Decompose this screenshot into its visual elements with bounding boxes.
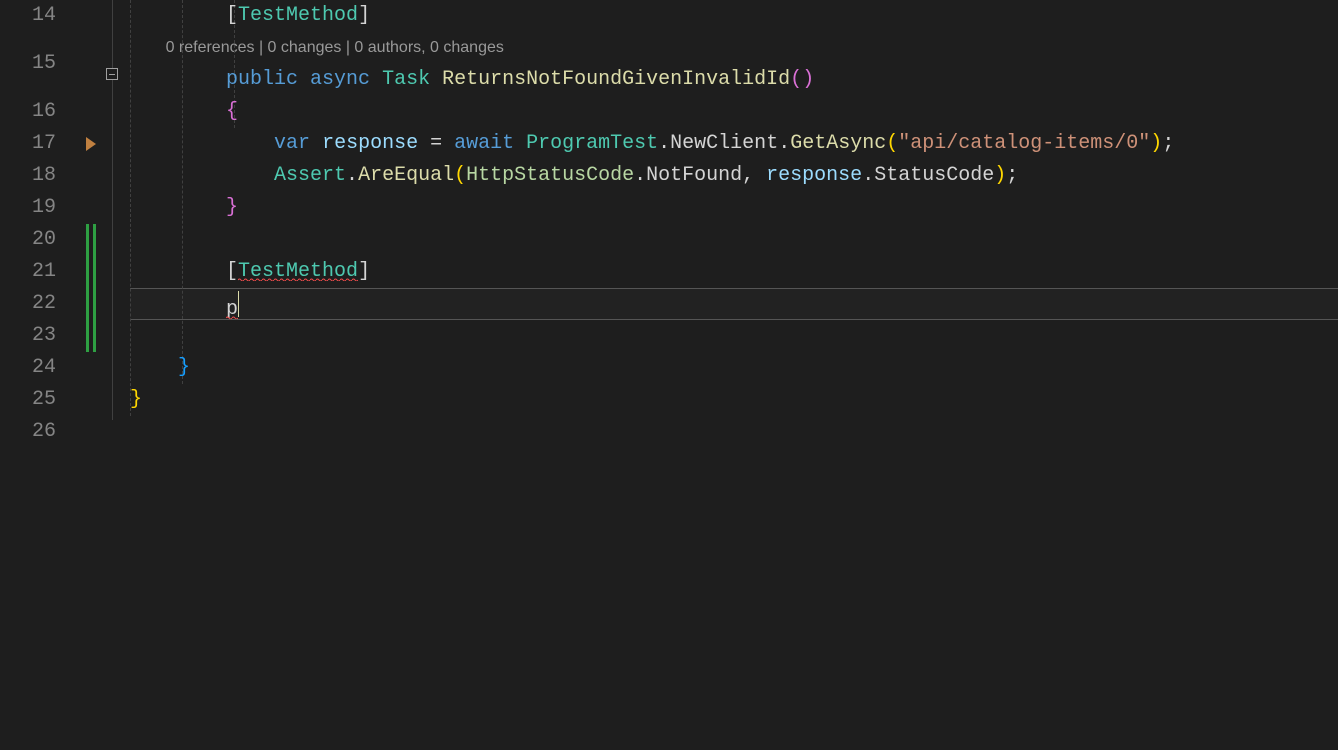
code-line[interactable] bbox=[130, 416, 1338, 448]
code-line[interactable]: p bbox=[130, 288, 1338, 320]
error-squiggle[interactable]: TestMethod bbox=[238, 260, 358, 283]
code-area[interactable]: [TestMethod] 0 references | 0 changes | … bbox=[130, 0, 1338, 750]
line-number: 26 bbox=[0, 416, 56, 448]
outline-guide bbox=[112, 80, 113, 220]
line-number: 21 bbox=[0, 256, 56, 288]
code-line[interactable]: } bbox=[130, 192, 1338, 224]
code-line[interactable]: [TestMethod] bbox=[130, 0, 1338, 32]
fold-toggle-icon[interactable] bbox=[106, 68, 118, 80]
codelens-info[interactable]: 0 references | 0 changes | 0 authors, 0 … bbox=[130, 32, 1338, 64]
line-number: 18 bbox=[0, 160, 56, 192]
line-number: 24 bbox=[0, 352, 56, 384]
code-line[interactable]: var response = await ProgramTest.NewClie… bbox=[130, 128, 1338, 160]
code-line[interactable] bbox=[130, 320, 1338, 352]
code-line[interactable]: } bbox=[130, 384, 1338, 416]
code-line[interactable]: [TestMethod] bbox=[130, 256, 1338, 288]
line-number: 16 bbox=[0, 96, 56, 128]
editor-margin bbox=[68, 0, 130, 750]
change-marker bbox=[86, 224, 96, 352]
line-number: 14 bbox=[0, 0, 56, 32]
line-number: 25 bbox=[0, 384, 56, 416]
code-line[interactable]: public async Task ReturnsNotFoundGivenIn… bbox=[130, 64, 1338, 96]
text-caret bbox=[238, 291, 239, 317]
line-number: 20 bbox=[0, 224, 56, 256]
line-number: 22 bbox=[0, 288, 56, 320]
code-line[interactable]: { bbox=[130, 96, 1338, 128]
line-number: 19 bbox=[0, 192, 56, 224]
code-line[interactable] bbox=[130, 224, 1338, 256]
code-editor[interactable]: 14 15 16 17 18 19 20 21 22 23 24 25 26 bbox=[0, 0, 1338, 750]
line-number: 15 bbox=[0, 32, 56, 96]
code-line[interactable]: } bbox=[130, 352, 1338, 384]
run-test-icon[interactable] bbox=[86, 137, 96, 151]
code-line[interactable]: Assert.AreEqual(HttpStatusCode.NotFound,… bbox=[130, 160, 1338, 192]
line-number-gutter: 14 15 16 17 18 19 20 21 22 23 24 25 26 bbox=[0, 0, 68, 750]
line-number: 23 bbox=[0, 320, 56, 352]
line-number: 17 bbox=[0, 128, 56, 160]
error-squiggle[interactable]: p bbox=[226, 298, 238, 321]
